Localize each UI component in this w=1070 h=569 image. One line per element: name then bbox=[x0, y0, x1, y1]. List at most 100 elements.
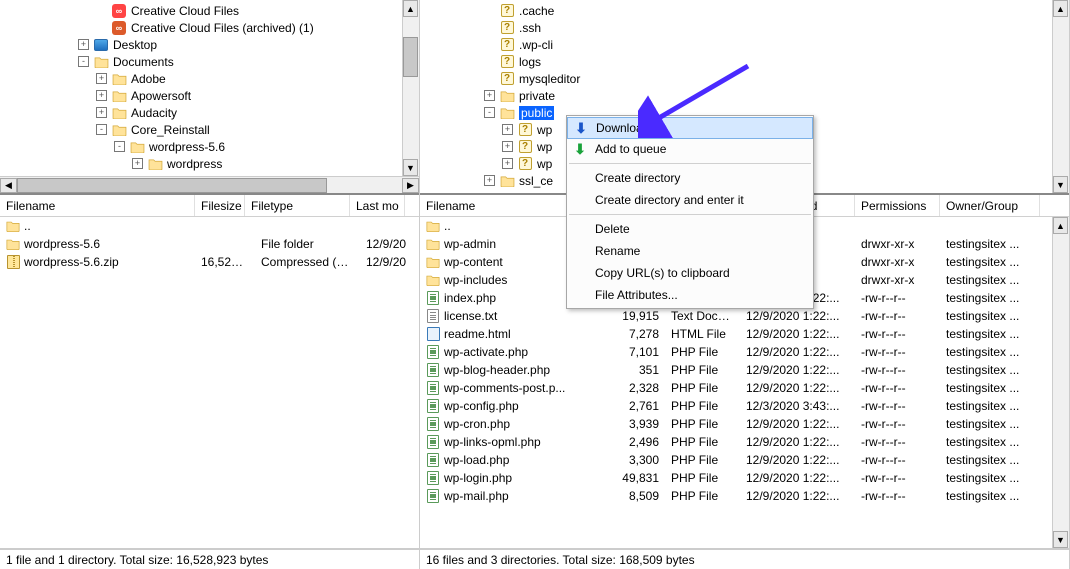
col-filetype[interactable]: Filetype bbox=[245, 195, 350, 216]
file-row[interactable]: wp-load.php3,300PHP File12/9/2020 1:22:.… bbox=[420, 451, 1069, 469]
ctx-copy-urls[interactable]: Copy URL(s) to clipboard bbox=[567, 262, 813, 284]
cell-perm: -rw-r--r-- bbox=[855, 381, 940, 395]
ctx-add-to-queue[interactable]: ⬇ Add to queue bbox=[567, 138, 813, 160]
file-row[interactable]: wp-activate.php7,101PHP File12/9/2020 1:… bbox=[420, 343, 1069, 361]
file-row[interactable]: wp-cron.php3,939PHP File12/9/2020 1:22:.… bbox=[420, 415, 1069, 433]
tree-item[interactable]: ?.cache bbox=[420, 2, 1052, 19]
file-row[interactable]: wp-comments-post.p...2,328PHP File12/9/2… bbox=[420, 379, 1069, 397]
file-row[interactable]: wp-mail.php8,509PHP File12/9/2020 1:22:.… bbox=[420, 487, 1069, 505]
ctx-create-directory[interactable]: Create directory bbox=[567, 167, 813, 189]
tree-spacer bbox=[484, 5, 495, 16]
tree-item[interactable]: ?mysqleditor bbox=[420, 70, 1052, 87]
col-filename[interactable]: Filename bbox=[0, 195, 195, 216]
tree-item[interactable]: -wordpress-5.6 bbox=[0, 138, 402, 155]
remote-tree-vscroll[interactable]: ▲ ▼ bbox=[1052, 0, 1069, 193]
tree-item-label: Adobe bbox=[131, 72, 166, 86]
local-tree-hscroll[interactable]: ◀ ▶ bbox=[0, 176, 419, 193]
tree-item[interactable]: ?logs bbox=[420, 53, 1052, 70]
file-row[interactable]: readme.html7,278HTML File12/9/2020 1:22:… bbox=[420, 325, 1069, 343]
collapse-icon[interactable]: - bbox=[96, 124, 107, 135]
tree-item[interactable]: +wordpress bbox=[0, 155, 402, 172]
scroll-up-icon[interactable]: ▲ bbox=[403, 0, 418, 17]
cell-date: 12/3/2020 3:43:... bbox=[740, 399, 855, 413]
tree-item[interactable]: ?.wp-cli bbox=[420, 36, 1052, 53]
cell-perm: -rw-r--r-- bbox=[855, 363, 940, 377]
file-row[interactable]: wp-config.php2,761PHP File12/3/2020 3:43… bbox=[420, 397, 1069, 415]
expand-icon[interactable]: + bbox=[502, 124, 513, 135]
file-row[interactable]: wordpress-5.6.zip16,528,923Compressed (z… bbox=[0, 253, 419, 271]
col-permissions[interactable]: Permissions bbox=[855, 195, 940, 216]
file-row[interactable]: wp-login.php49,831PHP File12/9/2020 1:22… bbox=[420, 469, 1069, 487]
cell-date: 12/9/2020 1:22:... bbox=[740, 471, 855, 485]
expand-icon[interactable]: + bbox=[502, 158, 513, 169]
expand-icon[interactable]: + bbox=[484, 90, 495, 101]
download-icon: ⬇ bbox=[572, 120, 590, 137]
ctx-delete[interactable]: Delete bbox=[567, 218, 813, 240]
scroll-right-icon[interactable]: ▶ bbox=[402, 178, 419, 193]
tree-item[interactable]: + Adobe bbox=[0, 70, 402, 87]
expand-icon[interactable]: + bbox=[96, 90, 107, 101]
folder-icon bbox=[426, 273, 440, 287]
collapse-icon[interactable]: - bbox=[78, 56, 89, 67]
local-filelist-header[interactable]: Filename Filesize Filetype Last mo bbox=[0, 195, 419, 217]
folder-icon bbox=[499, 106, 515, 120]
file-row[interactable]: wordpress-5.6File folder12/9/20 bbox=[0, 235, 419, 253]
scroll-thumb[interactable] bbox=[403, 37, 418, 77]
local-filelist[interactable]: Filename Filesize Filetype Last mo ..wor… bbox=[0, 195, 419, 549]
scroll-down-icon[interactable]: ▼ bbox=[1053, 531, 1068, 548]
file-row[interactable]: wp-blog-header.php351PHP File12/9/2020 1… bbox=[420, 361, 1069, 379]
expand-icon[interactable]: + bbox=[78, 39, 89, 50]
expand-icon[interactable]: + bbox=[484, 175, 495, 186]
folder-icon bbox=[499, 89, 515, 103]
local-tree[interactable]: ∞Creative Cloud Files∞Creative Cloud Fil… bbox=[0, 0, 419, 195]
scroll-thumb[interactable] bbox=[17, 178, 327, 193]
expand-icon[interactable]: + bbox=[502, 141, 513, 152]
ctx-rename[interactable]: Rename bbox=[567, 240, 813, 262]
tree-item[interactable]: ∞Creative Cloud Files (archived) (1) bbox=[0, 19, 402, 36]
ctx-label: Create directory bbox=[595, 171, 680, 185]
ctx-label: Copy URL(s) to clipboard bbox=[595, 266, 730, 280]
cell-date: 12/9/2020 1:22:... bbox=[740, 417, 855, 431]
col-filesize[interactable]: Filesize bbox=[195, 195, 245, 216]
doc-green-icon bbox=[426, 453, 440, 467]
folder-icon bbox=[111, 123, 127, 137]
scroll-down-icon[interactable]: ▼ bbox=[1053, 176, 1068, 193]
cell-date: 12/9/2020 1:22:... bbox=[740, 363, 855, 377]
tree-item[interactable]: -Documents bbox=[0, 53, 402, 70]
scroll-left-icon[interactable]: ◀ bbox=[0, 178, 17, 193]
tree-item[interactable]: -Core_Reinstall bbox=[0, 121, 402, 138]
file-row[interactable]: .. bbox=[0, 217, 419, 235]
col-lastmod[interactable]: Last mo bbox=[350, 195, 405, 216]
scroll-down-icon[interactable]: ▼ bbox=[403, 159, 418, 176]
col-owner[interactable]: Owner/Group bbox=[940, 195, 1040, 216]
tree-item[interactable]: ∞Creative Cloud Files bbox=[0, 2, 402, 19]
tree-item[interactable]: +private bbox=[420, 87, 1052, 104]
cell-size: 351 bbox=[610, 363, 665, 377]
ctx-download[interactable]: ⬇ Download bbox=[567, 117, 813, 139]
ctx-create-directory-enter[interactable]: Create directory and enter it bbox=[567, 189, 813, 211]
cell-owner: testingsitex ... bbox=[940, 309, 1040, 323]
cell-name: wp-activate.php bbox=[420, 345, 610, 359]
tree-item[interactable]: +Desktop bbox=[0, 36, 402, 53]
tree-spacer bbox=[484, 73, 495, 84]
tree-item[interactable]: +Apowersoft bbox=[0, 87, 402, 104]
collapse-icon[interactable]: - bbox=[114, 141, 125, 152]
expand-icon[interactable]: + bbox=[132, 158, 143, 169]
file-name: wp-links-opml.php bbox=[444, 435, 541, 449]
tree-item[interactable]: ?.ssh bbox=[420, 19, 1052, 36]
scroll-up-icon[interactable]: ▲ bbox=[1053, 0, 1068, 17]
ctx-file-attributes[interactable]: File Attributes... bbox=[567, 284, 813, 306]
file-row[interactable]: license.txt19,915Text Docu...12/9/2020 1… bbox=[420, 307, 1069, 325]
local-tree-vscroll[interactable]: ▲ ▼ bbox=[402, 0, 419, 176]
tree-item[interactable]: +Audacity bbox=[0, 104, 402, 121]
file-row[interactable]: wp-links-opml.php2,496PHP File12/9/2020 … bbox=[420, 433, 1069, 451]
tree-spacer bbox=[484, 22, 495, 33]
collapse-icon[interactable]: - bbox=[484, 107, 495, 118]
expand-icon[interactable]: + bbox=[96, 107, 107, 118]
remote-filelist-vscroll[interactable]: ▲ ▼ bbox=[1052, 217, 1069, 548]
file-name: .. bbox=[444, 219, 451, 233]
tree-item-label: wp bbox=[537, 123, 552, 137]
doc-green-icon bbox=[426, 435, 440, 449]
scroll-up-icon[interactable]: ▲ bbox=[1053, 217, 1068, 234]
expand-icon[interactable]: + bbox=[96, 73, 107, 84]
